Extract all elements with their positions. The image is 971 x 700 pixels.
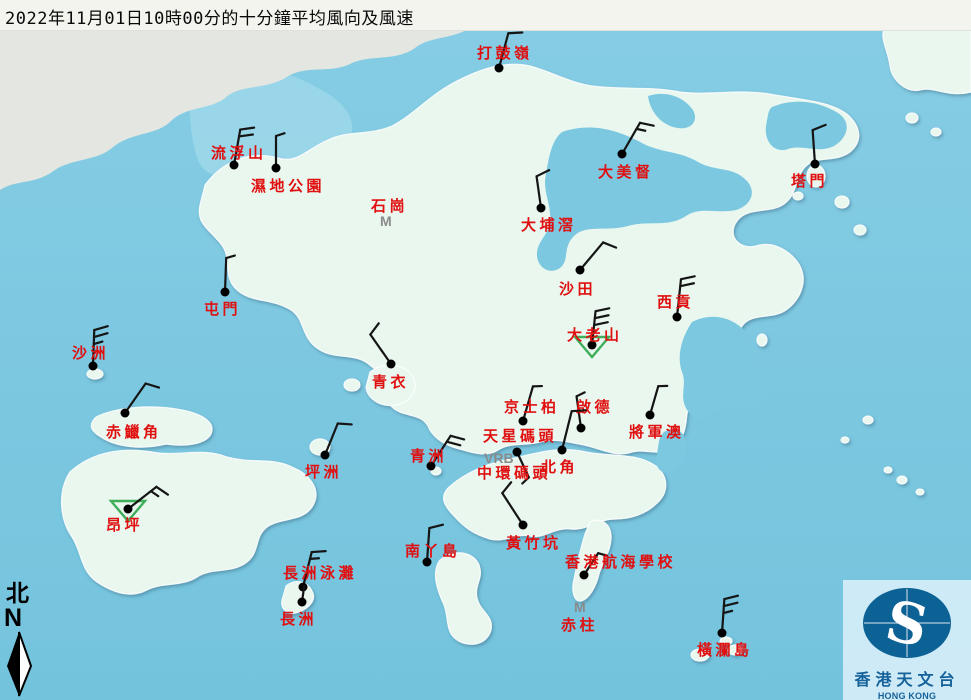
- station-label: 將軍澳: [629, 423, 685, 441]
- wind-barb-half: [310, 558, 319, 559]
- station-dot: [272, 164, 281, 173]
- station-label: 塔門: [791, 172, 828, 190]
- station-label: 赤柱: [561, 616, 598, 634]
- station-dot: [537, 204, 546, 213]
- hko-logo: S 香港天文台 HONG KONG OBSERVATORY: [843, 580, 971, 700]
- station-label: 黃竹坑: [506, 534, 562, 552]
- map-canvas: 打鼓嶺流浮山濕地公園M石崗大埔滘大美督塔門沙田西貢大老山屯門沙洲赤鱲角青衣青洲京…: [0, 0, 971, 700]
- ninepin-1: [897, 476, 907, 484]
- station-label: 大老山: [567, 326, 623, 344]
- station-label: 沙洲: [72, 344, 109, 362]
- station-label: 京士柏: [504, 398, 560, 416]
- station-label: 濕地公園: [251, 177, 325, 195]
- wind-staff: [225, 258, 226, 292]
- station-label: 沙田: [559, 280, 596, 298]
- station-dot: [513, 448, 522, 457]
- station-dot: [519, 521, 528, 530]
- compass-letter-label: N: [2, 606, 40, 630]
- compass-north: 北 N: [2, 582, 40, 698]
- sha-chau-island: [87, 369, 103, 379]
- wind-barb-full: [508, 32, 522, 33]
- station-label: 流浮山: [211, 144, 267, 162]
- islet-2: [854, 225, 866, 235]
- station-dot: [519, 417, 528, 426]
- station-dot: [618, 150, 627, 159]
- station-label: 大美督: [598, 163, 654, 181]
- islet-1: [793, 192, 803, 200]
- station-label: 青衣: [372, 373, 409, 391]
- wind-barb-full: [338, 423, 352, 424]
- station-label: 啟德: [576, 398, 613, 416]
- station-dot: [387, 360, 396, 369]
- station-label: 長洲: [280, 610, 317, 628]
- wind-map-page: 打鼓嶺流浮山濕地公園M石崗大埔滘大美督塔門沙田西貢大老山屯門沙洲赤鱲角青衣青洲京…: [0, 0, 971, 700]
- station-dot: [673, 313, 682, 322]
- mirs-bay-islet-1: [906, 113, 918, 123]
- station-dot: [298, 598, 307, 607]
- ninepin-2: [916, 489, 924, 495]
- missing-data-marker: M: [574, 599, 586, 615]
- station-label: 長洲泳灘: [283, 564, 357, 582]
- title-bar: 2022年11月01日10時00分的十分鐘平均風向及風速: [0, 0, 971, 31]
- logo-chinese-label: 香港天文台: [843, 666, 971, 690]
- station-label: 香港航海學校: [565, 553, 676, 571]
- station-dot: [580, 571, 589, 580]
- missing-data-marker: M: [380, 213, 392, 229]
- grass-island: [835, 196, 849, 208]
- station-dot: [577, 424, 586, 433]
- ma-wan-island: [344, 379, 360, 391]
- station-dot: [718, 629, 727, 638]
- ninepin-3: [884, 467, 892, 473]
- station-label: 西貢: [657, 293, 694, 311]
- station-label: 中環碼頭: [477, 464, 551, 482]
- station-dot: [89, 362, 98, 371]
- station-dot: [121, 409, 130, 418]
- map-title: 2022年11月01日10時00分的十分鐘平均風向及風速: [0, 0, 971, 29]
- station-dot: [124, 505, 133, 514]
- station-label: 打鼓嶺: [477, 44, 533, 62]
- station-dot: [811, 160, 820, 169]
- station-label: 屯門: [204, 300, 241, 318]
- wind-barb-full: [312, 551, 326, 552]
- station-label: 天星碼頭: [483, 427, 557, 445]
- station-label: 赤鱲角: [106, 423, 162, 441]
- station-dot: [576, 266, 585, 275]
- station-dot: [495, 64, 504, 73]
- logo-english-label: HONG KONG OBSERVATORY: [843, 691, 971, 700]
- station-dot: [221, 288, 230, 297]
- station-label: 昂坪: [106, 516, 143, 534]
- mirs-bay-islet-2: [931, 128, 941, 136]
- station-label: 南丫島: [405, 542, 461, 560]
- station-dot: [321, 451, 330, 460]
- station-label: 青洲: [410, 447, 447, 465]
- station-label: 石崗: [370, 197, 408, 215]
- station-label: 北角: [541, 458, 578, 476]
- outer-islet-2: [841, 437, 849, 443]
- hko-logo-icon: S: [861, 586, 953, 660]
- station-label: 橫瀾島: [697, 641, 753, 659]
- station-dot: [558, 446, 567, 455]
- station-label: 大埔滘: [521, 216, 577, 234]
- outer-islet-1: [863, 416, 873, 424]
- wind-barb-full: [572, 410, 586, 411]
- sharp-island: [757, 334, 767, 346]
- station-dot: [646, 411, 655, 420]
- compass-chinese-label: 北: [2, 582, 40, 606]
- compass-needle-icon: [2, 630, 36, 698]
- station-label: 坪洲: [305, 463, 342, 481]
